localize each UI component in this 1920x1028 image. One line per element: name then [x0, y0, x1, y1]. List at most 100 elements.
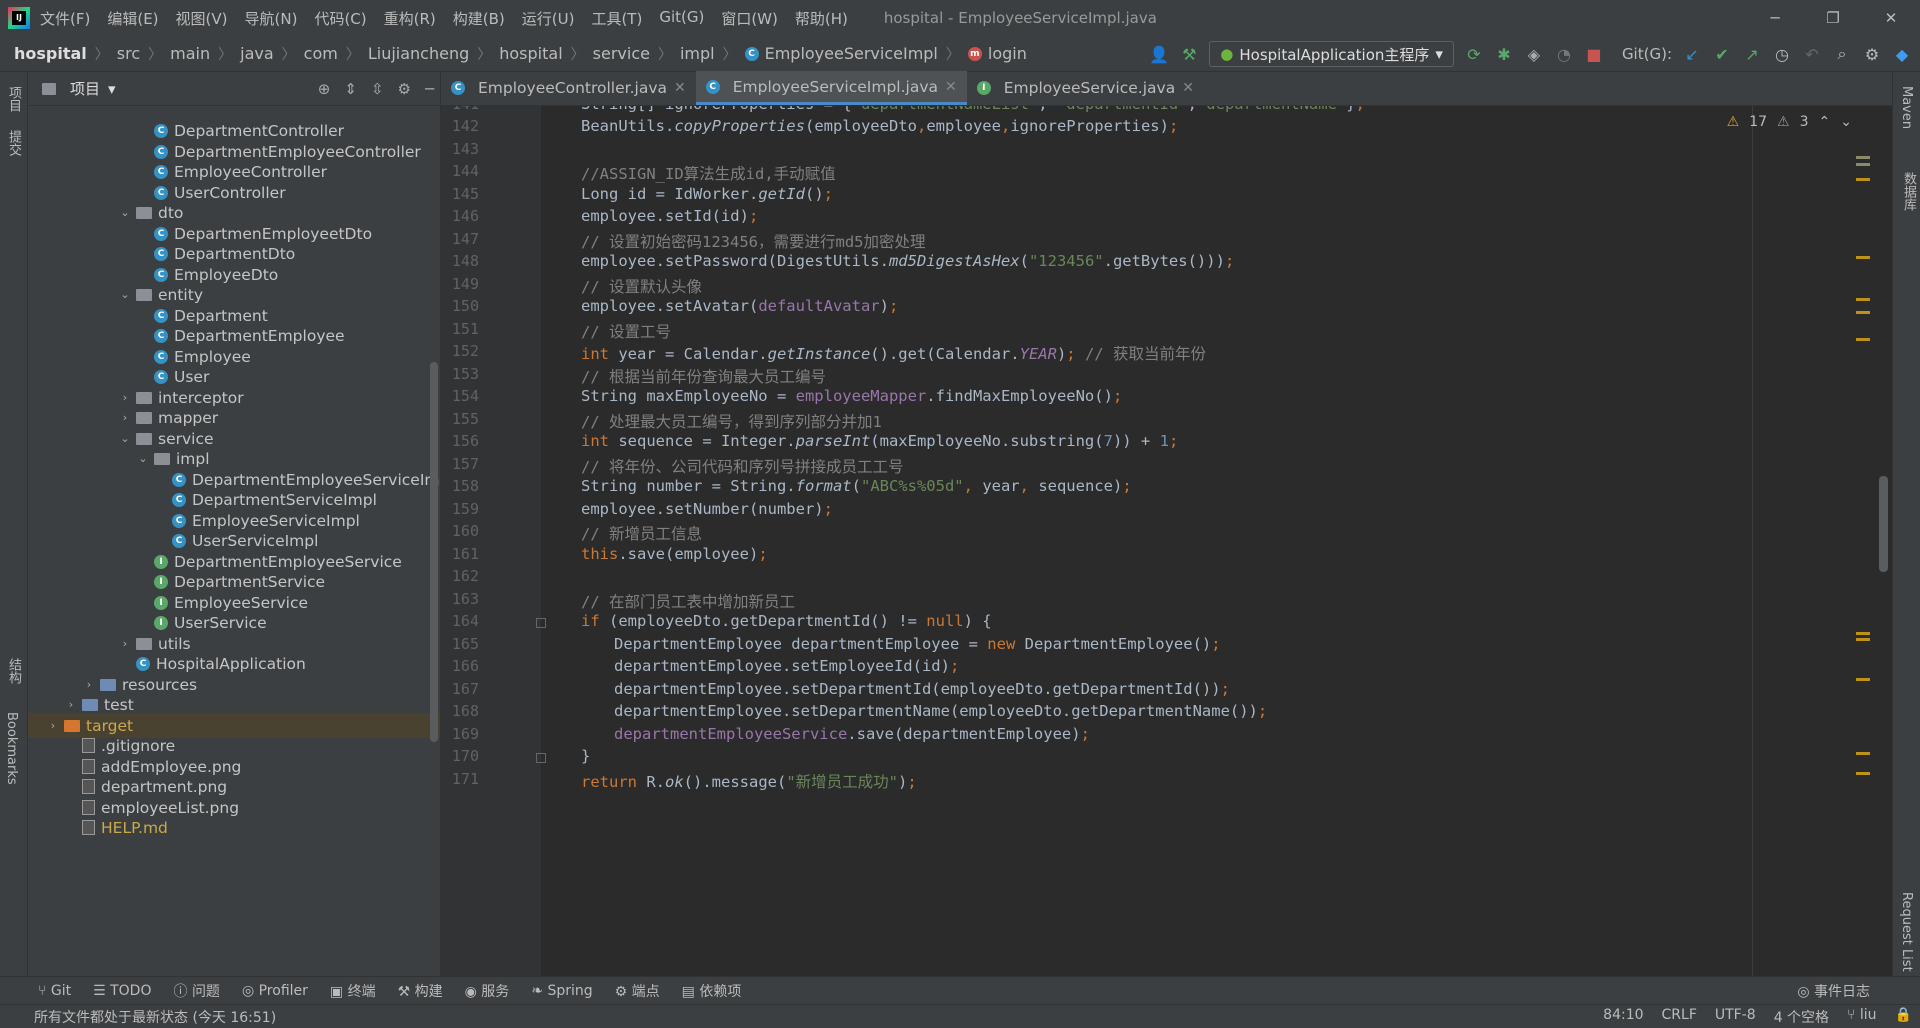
fold-marker-icon[interactable]	[536, 753, 546, 763]
breadcrumb-item[interactable]: EmployeeServiceImpl	[765, 44, 938, 63]
breadcrumb-item[interactable]: hospital	[14, 44, 87, 63]
bottom-tool-todo[interactable]: ☰ TODO	[93, 983, 151, 999]
code-line[interactable]: return R.ok().message("新增员工成功");	[581, 770, 917, 792]
coverage-icon[interactable]: ◈	[1524, 44, 1544, 64]
code-line[interactable]: employee.setNumber(number);	[581, 500, 833, 518]
menu-item[interactable]: 工具(T)	[591, 8, 642, 29]
menu-item[interactable]: 运行(U)	[522, 8, 575, 29]
minimize-icon[interactable]: ─	[1746, 0, 1804, 36]
code-line[interactable]: // 设置默认头像	[581, 275, 702, 297]
chevron-right-icon[interactable]: ›	[64, 698, 78, 711]
hide-icon[interactable]: ─	[425, 80, 434, 98]
chevron-down-icon[interactable]: ⌄	[118, 206, 132, 219]
code-line[interactable]: String maxEmployeeNo = employeeMapper.fi…	[581, 387, 1122, 405]
rerun-icon[interactable]: ⟳	[1464, 44, 1484, 64]
code-editor[interactable]: 141 String[] ignoreProperties = {"departm…	[441, 106, 1892, 976]
code-line[interactable]: int sequence = Integer.parseInt(maxEmplo…	[581, 432, 1178, 450]
rollback-icon[interactable]: ↶	[1802, 44, 1822, 64]
code-line[interactable]: }	[581, 747, 590, 765]
chevron-right-icon[interactable]: ›	[118, 391, 132, 404]
code-line[interactable]: int year = Calendar.getInstance().get(Ca…	[581, 342, 1206, 364]
menu-item[interactable]: 文件(F)	[40, 8, 90, 29]
chevron-right-icon[interactable]: ›	[82, 678, 96, 691]
bottom-tool-dependencies[interactable]: ▤ 依赖项	[682, 981, 742, 1001]
profile-icon[interactable]: ◔	[1554, 44, 1574, 64]
chevron-right-icon[interactable]: ›	[118, 411, 132, 424]
code-line[interactable]: this.save(employee);	[581, 545, 768, 563]
code-line[interactable]: // 在部门员工表中增加新员工	[581, 590, 795, 612]
database-tool-button[interactable]: 数据库	[1899, 172, 1918, 211]
code-line[interactable]: DepartmentEmployee departmentEmployee = …	[614, 635, 1221, 653]
code-line[interactable]: // 根据当前年份查询最大员工编号	[581, 365, 826, 387]
close-tab-icon[interactable]: ✕	[674, 80, 686, 96]
editor-tab[interactable]: I EmployeeService.java ✕	[967, 71, 1204, 105]
status-message[interactable]: 所有文件都处于最新状态 (今天 16:51)	[0, 1007, 276, 1027]
breadcrumb-item[interactable]: java	[240, 44, 274, 63]
bottom-tool-services[interactable]: ◉ 服务	[465, 981, 510, 1001]
caret-position[interactable]: 84:10	[1603, 1007, 1643, 1027]
chevron-right-icon[interactable]: ›	[46, 719, 60, 732]
request-list-tool-button[interactable]: Request List	[1899, 892, 1914, 972]
project-panel-title[interactable]: 项目	[70, 78, 100, 99]
code-line[interactable]: if (employeeDto.getDepartmentId() != nul…	[581, 612, 992, 630]
menu-item[interactable]: 导航(N)	[245, 8, 298, 29]
event-log-button[interactable]: ◎ 事件日志	[1797, 981, 1870, 1001]
breadcrumb-item[interactable]: hospital	[499, 44, 562, 63]
chevron-down-icon[interactable]: ⌄	[136, 452, 150, 465]
collapse-all-icon[interactable]: ⇳	[371, 80, 384, 98]
stripe-mark[interactable]	[1856, 256, 1870, 259]
chevron-down-icon[interactable]: ⌄	[118, 288, 132, 301]
structure-tool-button[interactable]: 结构	[4, 658, 23, 684]
git-commit-icon[interactable]: ✔	[1712, 44, 1732, 64]
commit-tool-button[interactable]: 提交	[4, 130, 23, 156]
stripe-mark[interactable]	[1856, 311, 1870, 314]
indent-setting[interactable]: 4 个空格	[1774, 1007, 1829, 1027]
stripe-mark[interactable]	[1856, 156, 1870, 159]
bottom-tool-spring[interactable]: ❧ Spring	[531, 983, 592, 999]
breadcrumb-item[interactable]: Liujiancheng	[368, 44, 469, 63]
jetbrains-toolbox-icon[interactable]: ◆	[1892, 44, 1912, 64]
code-line[interactable]: String number = String.format("ABC%s%05d…	[581, 477, 1132, 495]
breadcrumb-item[interactable]: src	[117, 44, 140, 63]
code-line[interactable]: BeanUtils.copyProperties(employeeDto,emp…	[581, 117, 1178, 135]
code-line[interactable]: String[] ignoreProperties = {"department…	[581, 106, 1365, 113]
code-line[interactable]: // 新增员工信息	[581, 522, 702, 544]
code-line[interactable]: // 设置初始密码123456，需要进行md5加密处理	[581, 230, 925, 252]
code-line[interactable]: Long id = IdWorker.getId();	[581, 185, 833, 203]
close-tab-icon[interactable]: ✕	[1182, 80, 1194, 96]
code-line[interactable]: employee.setAvatar(defaultAvatar);	[581, 297, 898, 315]
breadcrumb-item[interactable]: com	[304, 44, 338, 63]
code-line[interactable]: //ASSIGN_ID算法生成id,手动赋值	[581, 162, 836, 184]
tree-scrollbar[interactable]	[430, 362, 438, 742]
editor-tab[interactable]: C EmployeeServiceImpl.java ✕	[695, 71, 967, 105]
menu-item[interactable]: 帮助(H)	[795, 8, 848, 29]
close-icon[interactable]: ✕	[1862, 0, 1920, 36]
expand-all-icon[interactable]: ⇕	[344, 80, 357, 98]
chevron-down-icon[interactable]: ⌄	[118, 432, 132, 445]
bottom-tool-terminal[interactable]: ▣ 终端	[330, 981, 376, 1001]
stripe-mark[interactable]	[1856, 678, 1870, 681]
git-update-icon[interactable]: ↙	[1682, 44, 1702, 64]
fold-marker-icon[interactable]	[536, 618, 546, 628]
editor-scrollbar[interactable]	[1879, 476, 1888, 572]
menu-item[interactable]: 视图(V)	[176, 8, 228, 29]
search-icon[interactable]: ⌕	[1832, 44, 1852, 64]
history-icon[interactable]: ◷	[1772, 44, 1792, 64]
project-tool-button[interactable]: 项目	[4, 86, 23, 112]
code-line[interactable]: departmentEmployee.setDepartmentId(emplo…	[614, 680, 1230, 698]
stripe-mark[interactable]	[1856, 178, 1870, 181]
code-line[interactable]: departmentEmployeeService.save(departmen…	[614, 725, 1090, 743]
breadcrumb-item[interactable]: service	[593, 44, 650, 63]
code-line[interactable]: employee.setPassword(DigestUtils.md5Dige…	[581, 252, 1234, 270]
bottom-tool-git[interactable]: ⑂ Git	[38, 983, 71, 999]
gear-icon[interactable]: ⚙	[398, 80, 411, 98]
build-hammer-icon[interactable]: ⚒	[1179, 44, 1199, 64]
run-configuration-dropdown[interactable]: ● HospitalApplication主程序 ▾	[1209, 41, 1454, 67]
git-push-icon[interactable]: ↗	[1742, 44, 1762, 64]
code-line[interactable]: // 处理最大员工编号，得到序列部分并加1	[581, 410, 882, 432]
stripe-mark[interactable]	[1856, 752, 1870, 755]
tree-node[interactable]: HELP.md	[64, 815, 168, 840]
stripe-mark[interactable]	[1856, 638, 1870, 641]
bookmarks-tool-button[interactable]: Bookmarks	[4, 712, 19, 785]
code-line[interactable]: departmentEmployee.setEmployeeId(id);	[614, 657, 959, 675]
